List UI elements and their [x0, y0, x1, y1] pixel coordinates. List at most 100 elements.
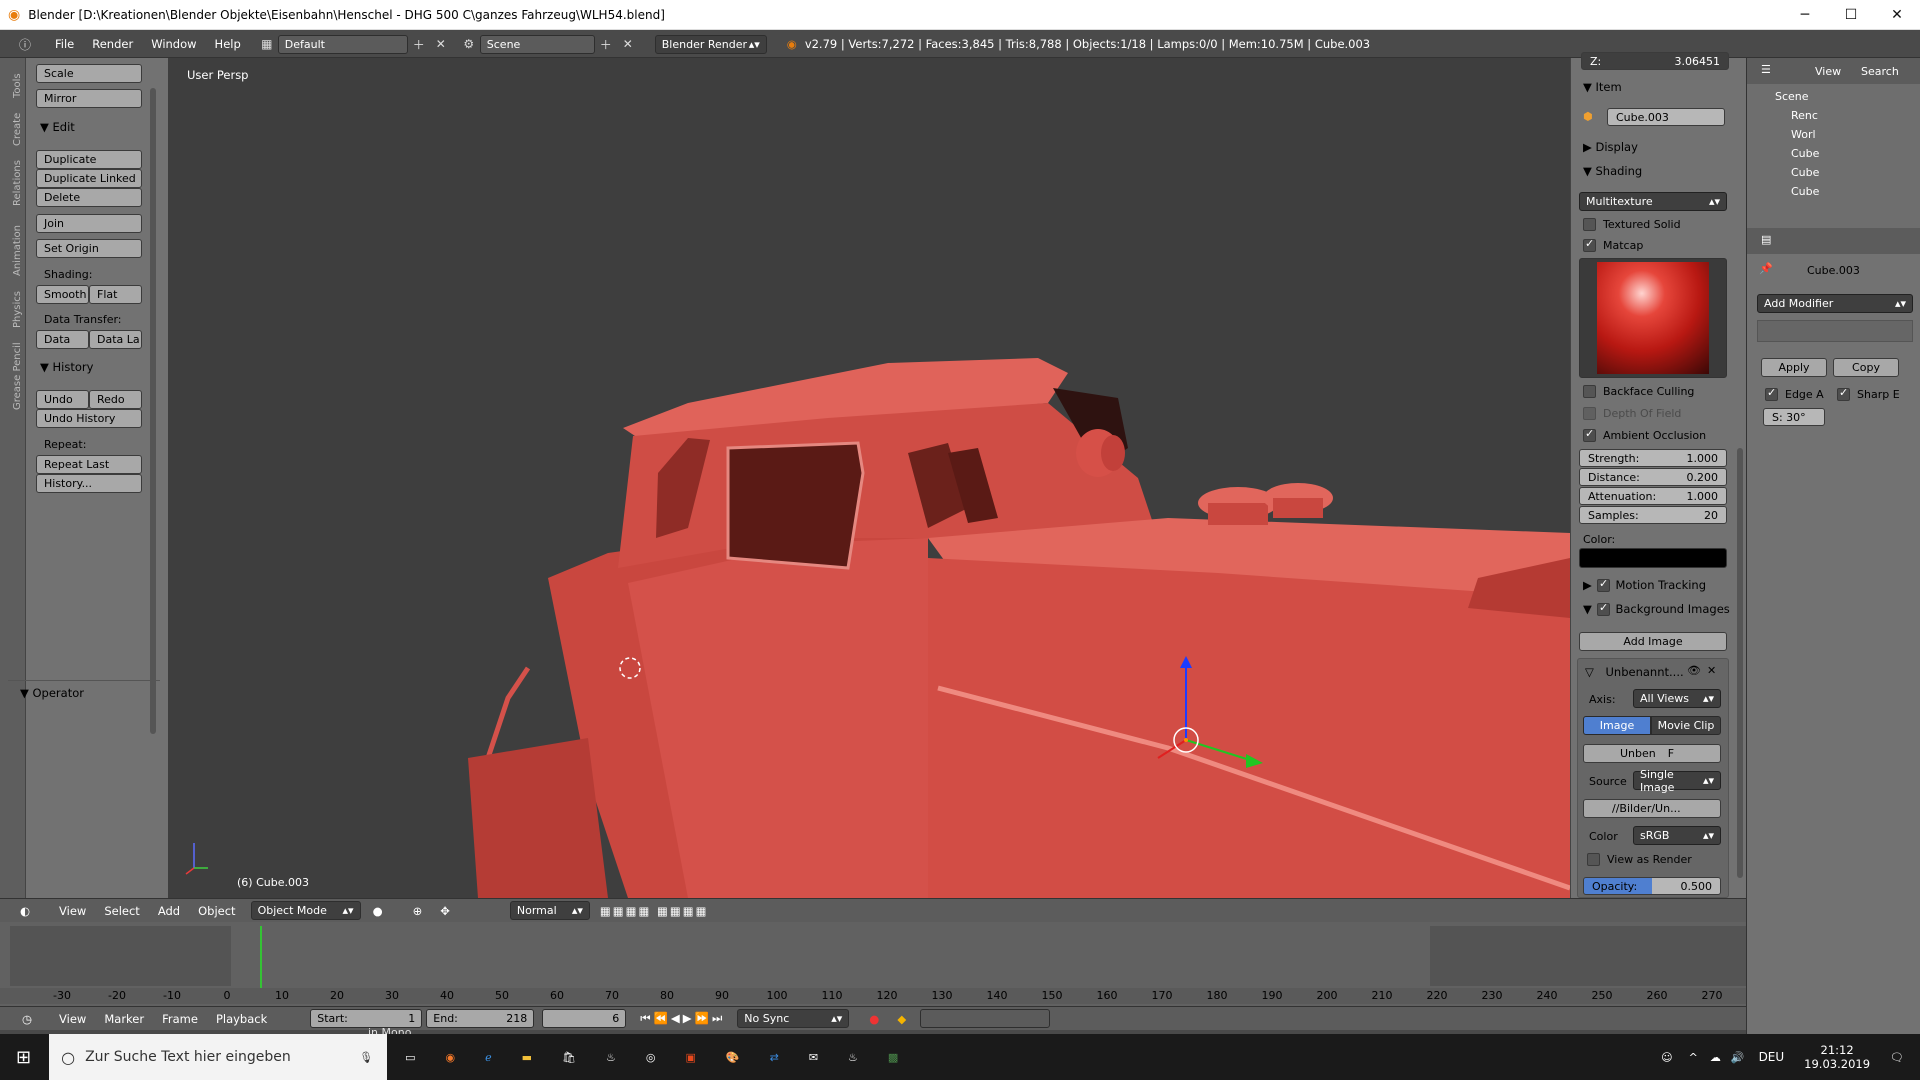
duplicate-linked-button[interactable]: Duplicate Linked: [36, 169, 142, 188]
steam2-taskbar-icon[interactable]: ♨: [848, 1051, 858, 1064]
smooth-button[interactable]: Smooth: [36, 285, 89, 304]
timeline-marker-menu[interactable]: Marker: [95, 1012, 153, 1026]
motion-tracking-checkbox[interactable]: [1597, 577, 1610, 592]
language-indicator[interactable]: DEU: [1759, 1050, 1785, 1064]
render-engine-select[interactable]: Blender Render ▴▾: [654, 34, 767, 54]
taskbar-search-box[interactable]: ○ Zur Suche Text hier eingeben 🎙: [49, 1034, 388, 1080]
pin-icon[interactable]: 📌: [1759, 262, 1773, 275]
scene-field[interactable]: Scene: [479, 34, 595, 54]
image-browse-field[interactable]: Unben F: [1583, 744, 1721, 763]
layout-field[interactable]: Default: [277, 34, 408, 54]
strength-field[interactable]: Strength: 1.000: [1579, 449, 1727, 467]
office-taskbar-icon[interactable]: ▣: [685, 1051, 695, 1064]
3d-viewport[interactable]: User Persp (6) Cube.003: [168, 58, 1570, 898]
mail-taskbar-icon[interactable]: ✉: [809, 1051, 818, 1064]
tab-create[interactable]: Create: [12, 113, 23, 146]
record-icon[interactable]: ●: [869, 1012, 879, 1026]
data-layers-button[interactable]: Data La: [89, 330, 142, 349]
tab-relations[interactable]: Relations: [12, 160, 23, 206]
tray-chevron-icon[interactable]: ^: [1689, 1051, 1698, 1064]
colorspace-select[interactable]: sRGB ▴▾: [1633, 826, 1721, 845]
join-button[interactable]: Join: [36, 214, 142, 233]
menu-window[interactable]: Window: [142, 37, 205, 51]
remove-layout-icon[interactable]: ✕: [430, 35, 452, 54]
outliner-scene-item[interactable]: Scene: [1775, 90, 1809, 103]
movie-clip-tab[interactable]: Movie Clip: [1651, 716, 1721, 735]
item-panel-header[interactable]: ▼ Item: [1583, 80, 1622, 94]
paint-taskbar-icon[interactable]: 🎨: [726, 1051, 740, 1064]
set-origin-select[interactable]: Set Origin: [36, 239, 142, 258]
select-menu[interactable]: Select: [95, 904, 148, 918]
notifications-icon[interactable]: 🗨: [1890, 1051, 1904, 1064]
history-panel-header[interactable]: ▼ History: [40, 360, 93, 374]
sharp-edges-checkbox[interactable]: [1837, 386, 1850, 401]
outliner-editor-icon[interactable]: ☰: [1761, 63, 1771, 76]
outliner-cube-1[interactable]: Cube: [1791, 147, 1819, 160]
manipulator-icon[interactable]: ✥: [440, 904, 450, 918]
samples-field[interactable]: Samples: 20: [1579, 506, 1727, 524]
network-icon[interactable]: ☁: [1710, 1051, 1721, 1064]
tool-shelf-scrollbar[interactable]: [150, 88, 156, 734]
info-editor-type-icon[interactable]: ⓘ: [14, 35, 36, 54]
view3d-editor-icon[interactable]: ◐: [20, 904, 30, 918]
clock[interactable]: 21:12 19.03.2019: [1804, 1043, 1870, 1071]
menu-file[interactable]: File: [46, 37, 83, 51]
playback-controls-icon[interactable]: ⏮⏪◀▶⏩⏭: [640, 1011, 725, 1026]
split-angle-field[interactable]: S: 30°: [1763, 408, 1825, 426]
apply-modifier-button[interactable]: Apply: [1761, 358, 1827, 377]
attenuation-field[interactable]: Attenuation: 1.000: [1579, 487, 1727, 505]
menu-help[interactable]: Help: [206, 37, 250, 51]
undo-history-button[interactable]: Undo History: [36, 409, 142, 428]
layers-grid-icon[interactable]: ▦▦▦▦ ▦▦▦▦: [600, 904, 709, 918]
ambient-occlusion-checkbox[interactable]: [1583, 427, 1596, 442]
timeline-playback-menu[interactable]: Playback: [207, 1012, 276, 1026]
history-button[interactable]: History...: [36, 474, 142, 493]
timeline-frame-menu[interactable]: Frame: [153, 1012, 207, 1026]
minimize-button[interactable]: ─: [1782, 0, 1828, 30]
duplicate-button[interactable]: Duplicate: [36, 150, 142, 169]
edge-taskbar-icon[interactable]: ℯ: [485, 1051, 492, 1064]
windows-start-icon[interactable]: ⊞: [16, 1047, 31, 1068]
textured-solid-checkbox[interactable]: [1583, 218, 1596, 231]
scene-icon[interactable]: ⚙: [458, 35, 480, 54]
axis-select[interactable]: All Views ▴▾: [1633, 689, 1721, 708]
pivot-icon[interactable]: ⊕: [413, 904, 423, 918]
eye-icon[interactable]: 👁: [1687, 664, 1701, 677]
shading-panel-header[interactable]: ▼ Shading: [1583, 164, 1642, 178]
timeline-view-menu[interactable]: View: [50, 1012, 95, 1026]
image-tab[interactable]: Image: [1583, 716, 1651, 735]
timeline-playhead[interactable]: [260, 926, 262, 990]
microphone-icon[interactable]: 🎙: [359, 1051, 373, 1064]
add-layout-icon[interactable]: ＋: [408, 35, 430, 54]
distance-field[interactable]: Distance: 0.200: [1579, 468, 1727, 486]
task-view-icon[interactable]: ▭: [405, 1051, 415, 1064]
flat-button[interactable]: Flat: [89, 285, 142, 304]
display-panel-header[interactable]: ▶ Display: [1583, 140, 1638, 154]
tab-physics[interactable]: Physics: [12, 291, 23, 328]
game-taskbar-icon[interactable]: ▩: [888, 1051, 898, 1064]
delete-button[interactable]: Delete: [36, 188, 142, 207]
sync-select[interactable]: No Sync ▴▾: [737, 1009, 850, 1028]
outliner-cube-3[interactable]: Cube: [1791, 185, 1819, 198]
edge-angle-checkbox[interactable]: [1765, 386, 1778, 401]
timeline-editor-icon[interactable]: ◷: [22, 1012, 32, 1026]
item-name-field[interactable]: Cube.003: [1607, 108, 1725, 126]
image-path-field[interactable]: //Bilder/Un...: [1583, 799, 1721, 818]
maximize-button[interactable]: ☐: [1828, 0, 1874, 30]
transform-orientation-select[interactable]: Normal ▴▾: [509, 901, 590, 920]
source-select[interactable]: Single Image ▴▾: [1633, 768, 1721, 794]
edit-panel-header[interactable]: ▼ Edit: [40, 120, 75, 134]
outliner-render-layers[interactable]: Renc: [1791, 109, 1818, 122]
add-menu[interactable]: Add: [149, 904, 189, 918]
outliner-search-menu[interactable]: Search: [1861, 65, 1899, 78]
tab-tools[interactable]: Tools: [12, 73, 23, 98]
n-panel-scrollbar[interactable]: [1737, 448, 1743, 878]
menu-render[interactable]: Render: [83, 37, 142, 51]
outliner-view-menu[interactable]: View: [1815, 65, 1841, 78]
keying-icon[interactable]: ◆: [897, 1012, 906, 1026]
outliner-world[interactable]: Worl: [1791, 128, 1816, 141]
ao-color-swatch[interactable]: [1579, 548, 1727, 568]
operator-panel-header[interactable]: ▼ Operator: [20, 686, 84, 700]
app-taskbar-icon[interactable]: ◎: [646, 1051, 656, 1064]
add-modifier-select[interactable]: Add Modifier ▴▾: [1757, 294, 1913, 313]
